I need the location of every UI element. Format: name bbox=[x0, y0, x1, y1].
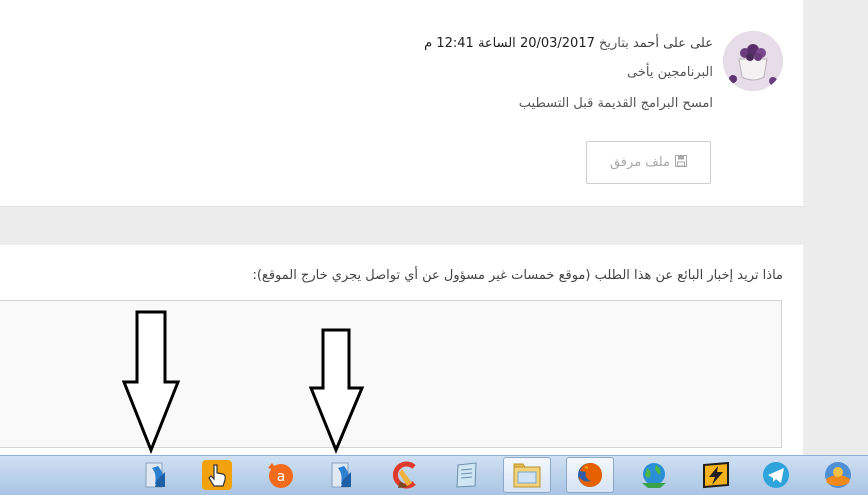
winamp-icon[interactable] bbox=[692, 457, 740, 493]
down-arrow-annotation bbox=[122, 310, 181, 455]
date-prefix: بتاريخ bbox=[599, 36, 629, 51]
comment-line-1: البرنامجين يأخى bbox=[626, 65, 713, 80]
comment-date: 20/03/2017 bbox=[519, 36, 595, 51]
installer-icon[interactable] bbox=[132, 457, 180, 493]
telegram-icon[interactable] bbox=[752, 457, 800, 493]
floppy-icon bbox=[675, 154, 688, 171]
taskbar: a bbox=[0, 455, 868, 495]
network-globe-icon[interactable] bbox=[630, 457, 678, 493]
installer-icon[interactable] bbox=[318, 457, 366, 493]
file-explorer-icon[interactable] bbox=[503, 457, 551, 493]
report-question-label: ماذا تريد إخبار البائع عن هذا الطلب (موق… bbox=[252, 268, 783, 283]
avatar[interactable] bbox=[723, 31, 783, 91]
comment-time: 12:41 م bbox=[424, 36, 474, 51]
vlc-app-icon[interactable] bbox=[814, 457, 862, 493]
hand-pointer-icon[interactable] bbox=[193, 457, 241, 493]
comment-meta: على على أحمد بتاريخ 20/03/2017 الساعة 12… bbox=[424, 36, 713, 51]
attachment-button[interactable]: ملف مرفق bbox=[586, 141, 711, 184]
comment-line-2: امسح البرامج القديمة قبل التسطيب bbox=[518, 96, 713, 111]
ccleaner-icon[interactable] bbox=[380, 457, 428, 493]
notepad-icon[interactable] bbox=[442, 457, 490, 493]
firefox-icon[interactable] bbox=[566, 457, 614, 493]
down-arrow-annotation bbox=[309, 328, 365, 454]
avast-icon[interactable]: a bbox=[256, 457, 304, 493]
attachment-label: ملف مرفق bbox=[609, 155, 671, 170]
comment-author[interactable]: على على أحمد bbox=[633, 36, 713, 51]
svg-text:a: a bbox=[277, 469, 286, 485]
time-prefix: الساعة bbox=[477, 36, 516, 51]
report-textarea[interactable] bbox=[0, 300, 782, 448]
